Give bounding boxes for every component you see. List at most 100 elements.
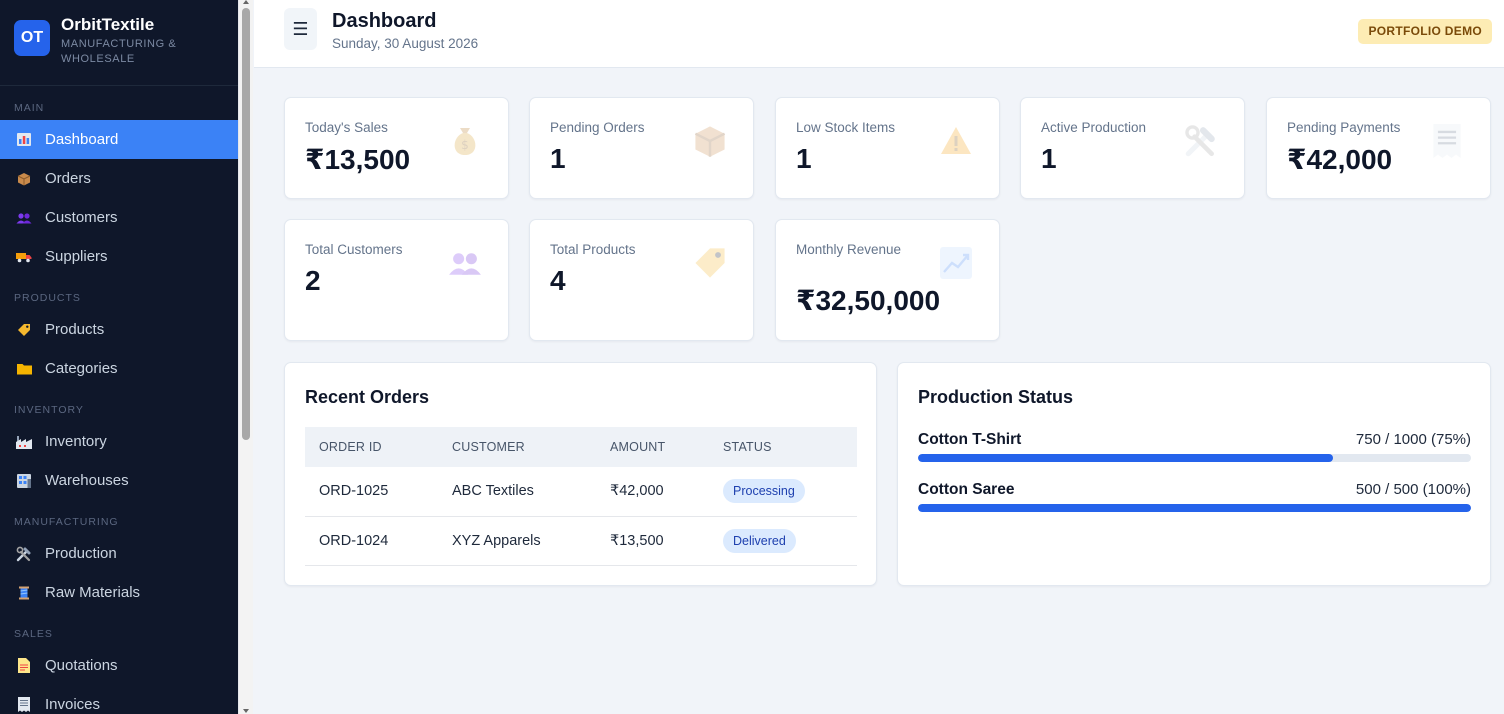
tools-icon — [16, 546, 32, 561]
stat-value: 4 — [550, 265, 566, 296]
tag-icon — [693, 246, 727, 280]
stat-value: ₹13,500 — [305, 144, 411, 175]
hamburger-icon: ☰ — [292, 18, 309, 39]
sidebar-item-warehouses[interactable]: Warehouses — [0, 461, 238, 500]
nav-section-main: Main — [14, 102, 45, 114]
stat-value: 1 — [796, 143, 812, 174]
users-icon — [16, 211, 32, 225]
order-id-cell: ORD-1024 — [305, 516, 438, 566]
stat-label: Pending Payments — [1287, 120, 1401, 135]
stat-label: Total Products — [550, 242, 636, 257]
status-badge: Delivered — [723, 528, 796, 553]
status-cell: Delivered — [709, 516, 857, 566]
column-amount: Amount — [596, 427, 709, 467]
brand-logo: OT — [14, 20, 50, 56]
chart-up-icon — [939, 246, 973, 280]
sidebar-scrollbar[interactable] — [238, 0, 253, 714]
amount-cell: ₹42,000 — [596, 467, 709, 517]
stat-card-total-customers[interactable]: Total Customers 2 — [284, 219, 509, 341]
sidebar-item-raw-materials[interactable]: Raw Materials — [0, 573, 238, 612]
sidebar-item-inventory[interactable]: Inventory — [0, 422, 238, 461]
money-bag-icon: $ — [448, 124, 482, 158]
sidebar-item-customers[interactable]: Customers — [0, 198, 238, 237]
stat-value: 1 — [1041, 143, 1057, 174]
package-icon — [693, 124, 727, 158]
table-row[interactable]: ORD-1024 XYZ Apparels ₹13,500 Delivered — [305, 516, 857, 566]
sidebar-item-label: Production — [45, 545, 117, 562]
stat-value: ₹32,50,000 — [796, 285, 941, 316]
stat-card-today-s-sales[interactable]: Today's Sales ₹13,500 $ — [284, 97, 509, 199]
stat-card-pending-orders[interactable]: Pending Orders 1 — [529, 97, 754, 199]
sidebar-item-label: Invoices — [45, 696, 101, 713]
production-item-count: 750 / 1000 (75%) — [1355, 431, 1471, 448]
production-progress-bar — [918, 504, 1471, 512]
production-item: Cotton T-Shirt 750 / 1000 (75%) — [918, 431, 1471, 465]
page-title: Dashboard — [332, 10, 437, 32]
sidebar-nav: Main Dashboard Orders Customers Suppliers Pro… — [0, 86, 238, 714]
folder-icon — [16, 362, 32, 376]
nav-section-inventory: Inventory — [14, 404, 84, 416]
brand[interactable]: OT OrbitTextile Manufacturing & Wholesal… — [0, 0, 238, 86]
recent-orders-table: Order ID Customer Amount Status ORD-1025… — [305, 427, 857, 566]
menu-toggle-button[interactable]: ☰ — [284, 8, 317, 50]
table-row[interactable]: ORD-1025 ABC Textiles ₹42,000 Processing — [305, 467, 857, 517]
building-icon — [16, 473, 32, 488]
nav-section-products: Products — [14, 292, 81, 304]
order-id-cell: ORD-1025 — [305, 467, 438, 517]
scroll-up-arrow-icon[interactable] — [243, 0, 249, 4]
sidebar: OT OrbitTextile Manufacturing & Wholesal… — [0, 0, 238, 714]
sidebar-item-label: Dashboard — [45, 131, 119, 148]
top-header: ☰ Dashboard Sunday, 30 August 2026 PORTF… — [254, 0, 1504, 68]
stat-card-low-stock-items[interactable]: Low Stock Items 1 — [775, 97, 1000, 199]
portfolio-demo-badge: PORTFOLIO DEMO — [1358, 19, 1492, 44]
brand-name: OrbitTextile — [61, 15, 155, 34]
thread-icon — [16, 586, 32, 600]
sidebar-item-dashboard[interactable]: Dashboard — [0, 120, 238, 159]
factory-icon — [16, 435, 32, 449]
truck-icon — [16, 250, 32, 264]
tools-icon — [1184, 124, 1218, 158]
receipt-icon — [16, 697, 32, 712]
sidebar-item-label: Orders — [45, 170, 91, 187]
production-item-count: 500 / 500 (100%) — [1355, 481, 1471, 498]
tag-icon — [16, 323, 32, 337]
brand-subtitle: Manufacturing & Wholesale — [61, 38, 177, 65]
scrollbar-thumb[interactable] — [242, 8, 250, 440]
sidebar-item-label: Raw Materials — [45, 584, 141, 601]
svg-text:$: $ — [461, 138, 469, 152]
sidebar-item-label: Customers — [45, 209, 118, 226]
bar-chart-icon — [16, 133, 32, 147]
column-status: Status — [709, 427, 857, 467]
stat-label: Active Production — [1041, 120, 1147, 135]
sidebar-item-label: Suppliers — [45, 248, 108, 265]
sidebar-item-label: Inventory — [45, 433, 107, 450]
customer-cell: XYZ Apparels — [438, 516, 596, 566]
status-cell: Processing — [709, 467, 857, 517]
warning-icon — [939, 124, 973, 158]
sidebar-item-quotations[interactable]: Quotations — [0, 646, 238, 685]
stat-card-total-products[interactable]: Total Products 4 — [529, 219, 754, 341]
status-badge: Processing — [723, 479, 805, 504]
sidebar-item-production[interactable]: Production — [0, 534, 238, 573]
nav-section-sales: Sales — [14, 628, 53, 640]
stat-label: Pending Orders — [550, 120, 645, 135]
sidebar-item-suppliers[interactable]: Suppliers — [0, 237, 238, 276]
stat-card-pending-payments[interactable]: Pending Payments ₹42,000 — [1266, 97, 1491, 199]
sidebar-item-label: Warehouses — [45, 472, 129, 489]
scroll-down-arrow-icon[interactable] — [243, 709, 249, 713]
production-progress-bar — [918, 454, 1471, 462]
stat-card-active-production[interactable]: Active Production 1 — [1020, 97, 1245, 199]
document-icon — [16, 658, 32, 673]
sidebar-item-orders[interactable]: Orders — [0, 159, 238, 198]
stat-value: ₹42,000 — [1287, 144, 1393, 175]
sidebar-item-invoices[interactable]: Invoices — [0, 685, 238, 714]
sidebar-item-products[interactable]: Products — [0, 310, 238, 349]
sidebar-item-categories[interactable]: Categories — [0, 349, 238, 388]
column-customer: Customer — [438, 427, 596, 467]
production-status-panel: Production Status Cotton T-Shirt 750 / 10… — [897, 362, 1491, 586]
stat-value: 2 — [305, 265, 321, 296]
stat-label: Monthly Revenue — [796, 242, 902, 257]
stat-label: Low Stock Items — [796, 120, 896, 135]
stat-card-monthly-revenue[interactable]: Monthly Revenue ₹32,50,000 — [775, 219, 1000, 341]
receipt-icon — [1430, 124, 1464, 158]
